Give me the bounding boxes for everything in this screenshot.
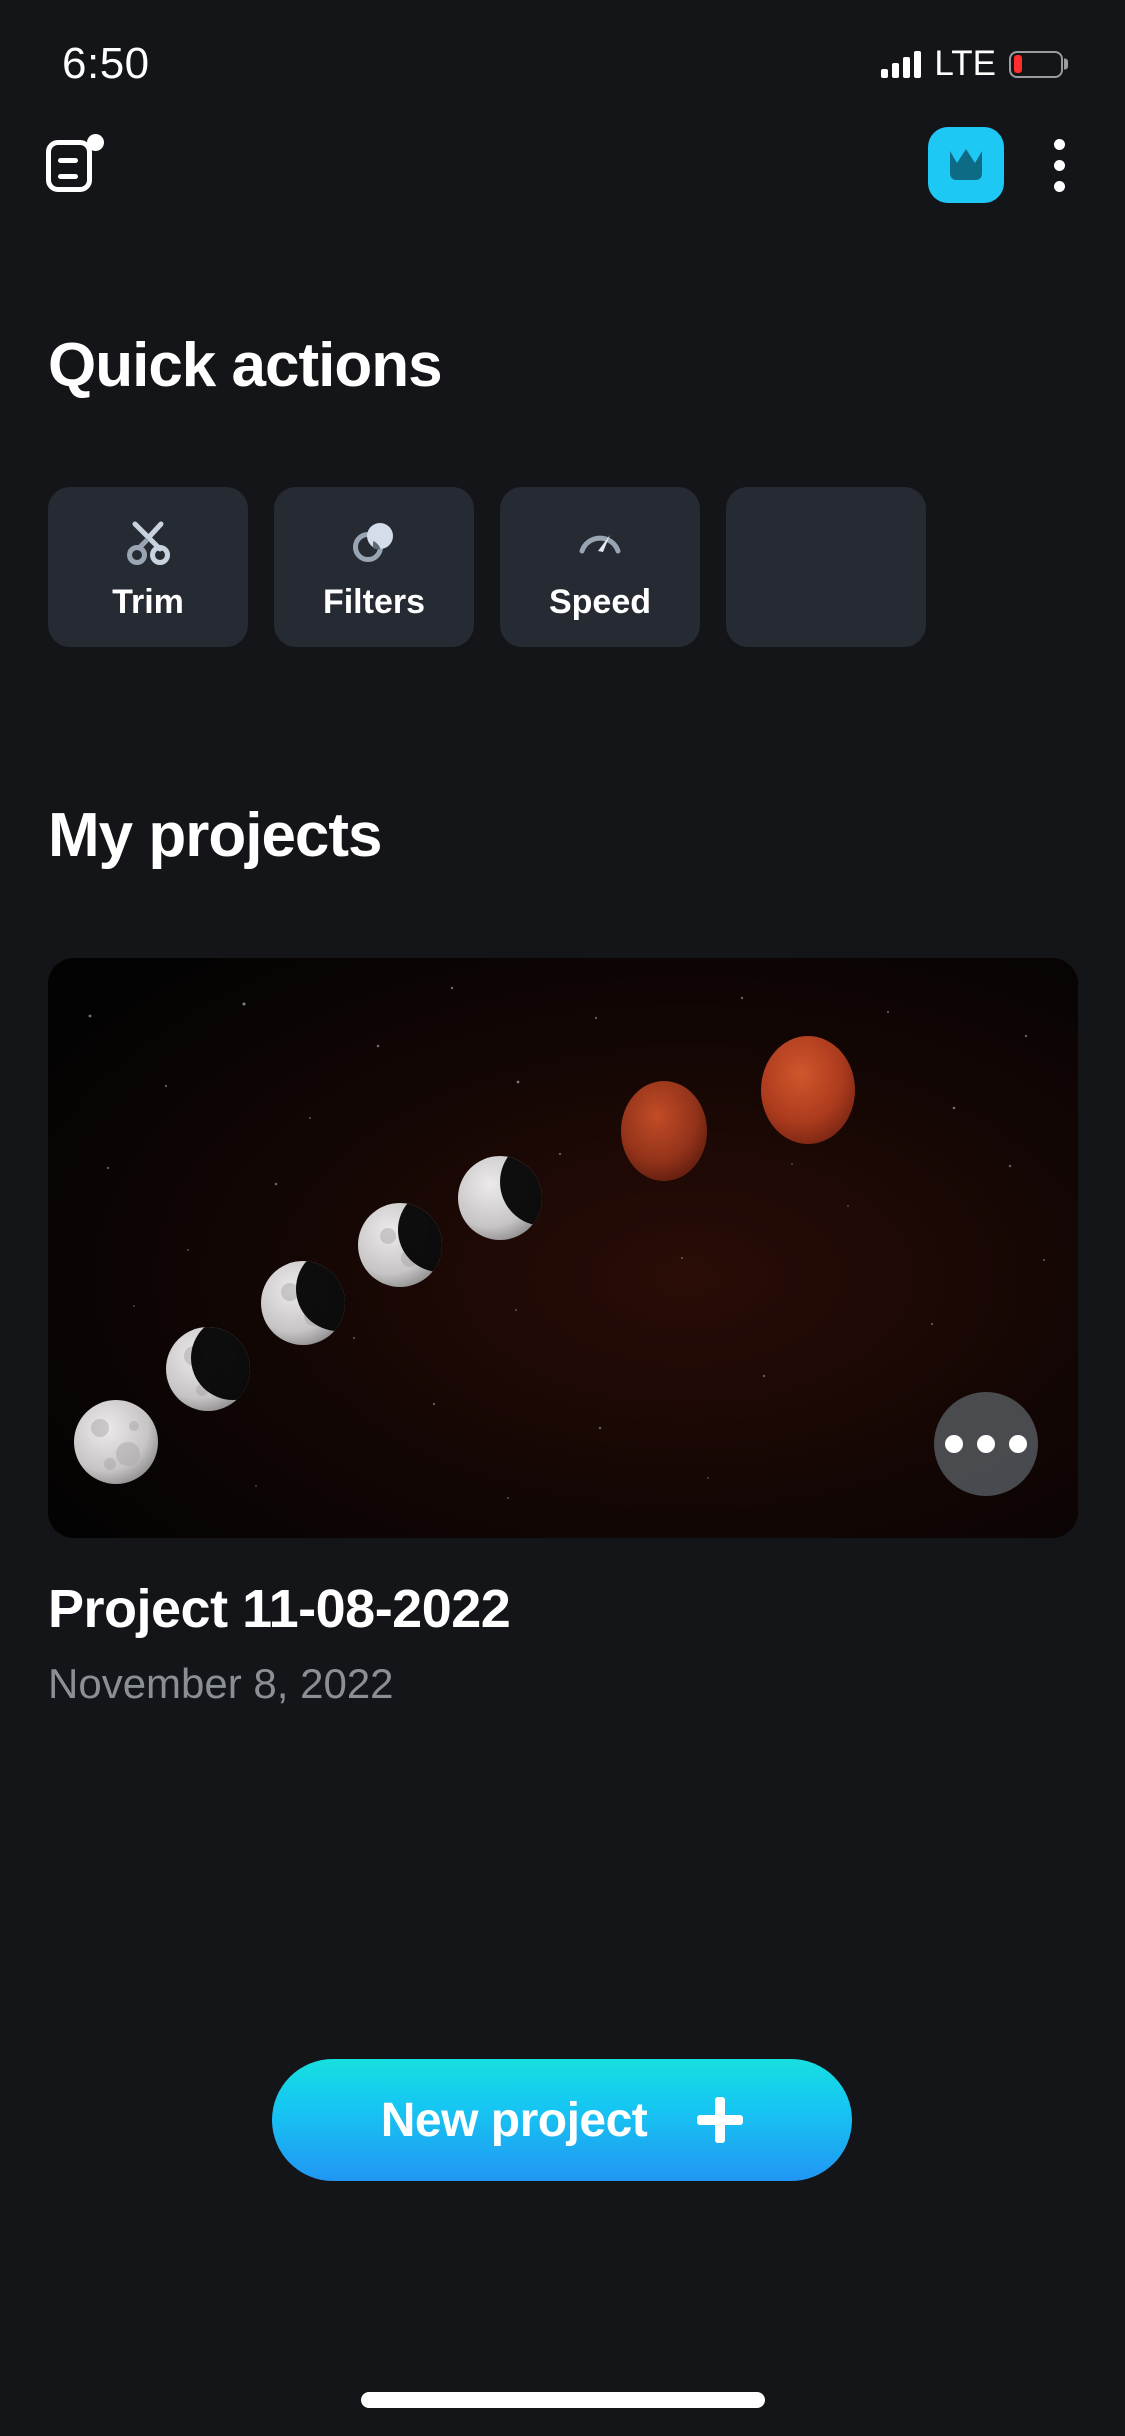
app-bar-left [46,134,108,196]
moon-phase-6-partial-eclipse [621,1081,707,1181]
status-bar-time: 6:50 [62,39,150,88]
quick-actions-heading: Quick actions [48,331,443,400]
project-thumbnail[interactable] [48,958,1078,1538]
status-bar-indicators: LTE [881,26,1068,84]
quick-actions-strip[interactable]: Trim Filters Speed [48,487,1125,647]
overlapping-circles-icon [346,513,402,569]
lunar-eclipse-image [48,958,1078,1538]
plus-icon [697,2097,744,2143]
crown-icon [950,149,982,180]
quick-action-label: Speed [548,582,652,621]
project-more-button[interactable] [934,1392,1038,1496]
quick-action-label: Trim [112,582,184,621]
feed-notification-icon[interactable] [46,134,108,196]
scissors-icon [120,513,176,569]
status-bar: 6:50 LTE [0,0,1125,110]
signal-bars-icon [881,50,922,78]
quick-action-trim[interactable]: Trim [48,487,248,647]
speedometer-icon [572,513,628,569]
premium-crown-button[interactable] [928,127,1004,203]
network-type-label: LTE [934,44,996,83]
quick-action-speed[interactable]: Speed [500,487,700,647]
my-projects-heading: My projects [48,801,383,870]
app-screen: 6:50 LTE Quick actions Trim Filters Spee… [0,0,1125,2436]
new-project-label: New project [380,2093,648,2147]
quick-action-partial[interactable] [726,487,926,647]
app-bar-right [928,127,1079,203]
project-title: Project 11-08-2022 [48,1579,511,1639]
moon-phase-1 [74,1400,158,1484]
project-date: November 8, 2022 [48,1660,394,1707]
home-indicator[interactable] [360,2392,765,2408]
moon-phase-7-total-eclipse [761,1036,855,1144]
battery-low-icon [1009,50,1068,78]
quick-action-filters[interactable]: Filters [274,487,474,647]
app-bar [0,110,1125,220]
overflow-menu-button[interactable] [1040,131,1079,200]
new-project-button[interactable]: New project [272,2059,852,2181]
more-horizontal-icon [945,1435,963,1453]
quick-action-label: Filters [322,582,426,621]
